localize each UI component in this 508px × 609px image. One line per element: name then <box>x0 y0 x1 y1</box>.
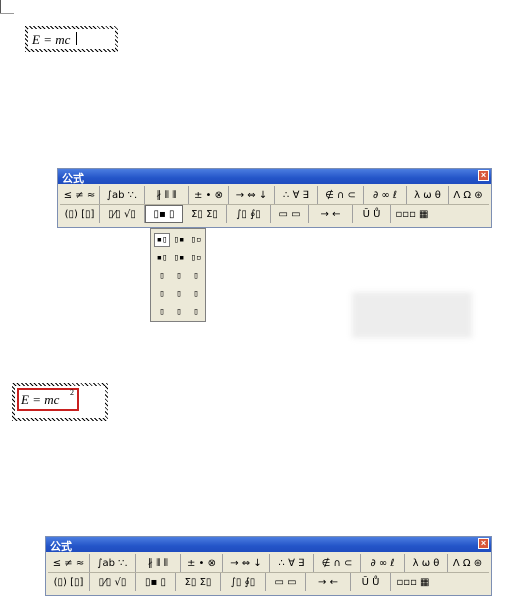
relational-symbols-button[interactable]: ≤ ≠ ≈ <box>60 186 100 204</box>
cursor-line <box>0 0 1 14</box>
set-theory-button[interactable]: ∉ ∩ ⊂ <box>314 554 361 572</box>
subscript-superscript-button[interactable]: ▯▪ ▯ <box>145 205 183 223</box>
cursor-line-horizontal <box>0 13 14 14</box>
palette-cell[interactable]: ▯ <box>154 287 170 301</box>
arrow-symbols-button[interactable]: → ⇔ ↓ <box>229 186 275 204</box>
palette-cell[interactable]: ▯ <box>171 269 187 283</box>
greek-lowercase-button[interactable]: λ ω θ <box>407 186 449 204</box>
matrix-templates-button[interactable]: ▫▫▫ ▦ <box>391 573 435 591</box>
toolbar-title: 公式 <box>62 173 84 185</box>
logical-symbols-button[interactable]: ∴ ∀ ∃ <box>270 554 314 572</box>
toolbar-row-symbols: ≤ ≠ ≈ ∫ab ∵. ∦ ⦀ ⦀ ± • ⊗ → ⇔ ↓ ∴ ∀ ∃ ∉ ∩… <box>48 554 489 573</box>
operator-symbols-button[interactable]: ± • ⊗ <box>189 186 229 204</box>
equation-toolbar-top: 公式 × ≤ ≠ ≈ ∫ab ∵. ∦ ⦀ ⦀ ± • ⊗ → ⇔ ↓ ∴ ∀ … <box>57 168 492 228</box>
toolbar-row-templates: (▯) [▯] ▯⁄▯ √▯ ▯▪ ▯ Σ▯ Σ▯ ∫▯ ∮▯ ▭ ▭ → ← … <box>60 205 489 223</box>
summation-templates-button[interactable]: Σ▯ Σ▯ <box>176 573 221 591</box>
summation-templates-button[interactable]: Σ▯ Σ▯ <box>183 205 227 223</box>
text-cursor <box>76 32 77 45</box>
equation-text: E = mc <box>21 392 60 407</box>
toolbar-titlebar[interactable]: 公式 × <box>58 169 491 185</box>
fraction-radical-button[interactable]: ▯⁄▯ √▯ <box>90 573 136 591</box>
misc-symbols-button[interactable]: ∂ ∞ ℓ <box>364 186 407 204</box>
integral-templates-button[interactable]: ∫▯ ∮▯ <box>221 573 266 591</box>
palette-cell[interactable]: ▯ <box>188 269 204 283</box>
equation-toolbar-bottom: 公式 × ≤ ≠ ≈ ∫ab ∵. ∦ ⦀ ⦀ ± • ⊗ → ⇔ ↓ ∴ ∀ … <box>45 536 492 596</box>
fence-templates-button[interactable]: (▯) [▯] <box>60 205 100 223</box>
underbar-overbar-button[interactable]: ▭ ▭ <box>266 573 306 591</box>
palette-cell[interactable]: ▯ <box>171 287 187 301</box>
logical-symbols-button[interactable]: ∴ ∀ ∃ <box>275 186 318 204</box>
toolbar-title: 公式 <box>50 541 72 553</box>
palette-cell[interactable]: ▯▪ <box>171 233 187 247</box>
fence-templates-button[interactable]: (▯) [▯] <box>48 573 90 591</box>
palette-cell[interactable]: ▯▫ <box>188 233 204 247</box>
misc-symbols-button[interactable]: ∂ ∞ ℓ <box>361 554 405 572</box>
palette-cell[interactable]: ▯▫ <box>188 251 204 265</box>
toolbar-row-symbols: ≤ ≠ ≈ ∫ab ∵. ∦ ⦀ ⦀ ± • ⊗ → ⇔ ↓ ∴ ∀ ∃ ∉ ∩… <box>60 186 489 205</box>
palette-cell[interactable]: ▯ <box>154 269 170 283</box>
blurred-watermark <box>352 292 472 338</box>
matrix-templates-button[interactable]: ▫▫▫ ▦ <box>391 205 433 223</box>
arrow-symbols-button[interactable]: → ⇔ ↓ <box>223 554 270 572</box>
greek-lowercase-button[interactable]: λ ω θ <box>405 554 448 572</box>
products-set-button[interactable]: Ū Ů <box>353 205 391 223</box>
embellishments-button[interactable]: ∦ ⦀ ⦀ <box>145 186 189 204</box>
relational-symbols-button[interactable]: ≤ ≠ ≈ <box>48 554 90 572</box>
equation-object-2[interactable]: E = mc 2 <box>12 383 108 421</box>
toolbar-row-templates: (▯) [▯] ▯⁄▯ √▯ ▯▪ ▯ Σ▯ Σ▯ ∫▯ ∮▯ ▭ ▭ → ← … <box>48 573 489 591</box>
products-set-button[interactable]: Ū Ů <box>351 573 391 591</box>
underbar-overbar-button[interactable]: ▭ ▭ <box>271 205 309 223</box>
palette-cell[interactable]: ▪▯ <box>154 251 170 265</box>
palette-cell[interactable]: ▯ <box>171 305 187 319</box>
spaces-ellipses-button[interactable]: ∫ab ∵. <box>90 554 136 572</box>
spaces-ellipses-button[interactable]: ∫ab ∵. <box>100 186 145 204</box>
equation-text: E = mc <box>32 32 71 47</box>
integral-templates-button[interactable]: ∫▯ ∮▯ <box>227 205 271 223</box>
labeled-arrow-button[interactable]: → ← <box>306 573 351 591</box>
subscript-superscript-button[interactable]: ▯▪ ▯ <box>136 573 176 591</box>
greek-uppercase-button[interactable]: Λ Ω ⊛ <box>449 186 487 204</box>
fraction-radical-button[interactable]: ▯⁄▯ √▯ <box>100 205 145 223</box>
palette-cell[interactable]: ▪▯ <box>154 233 170 247</box>
operator-symbols-button[interactable]: ± • ⊗ <box>181 554 223 572</box>
subscript-superscript-palette: ▪▯ ▯▪ ▯▫ ▪▯ ▯▪ ▯▫ ▯ ▯ ▯ ▯ ▯ ▯ ▯ ▯ ▯ <box>150 228 206 322</box>
close-button[interactable]: × <box>478 170 489 181</box>
labeled-arrow-button[interactable]: → ← <box>309 205 353 223</box>
equation-object-1[interactable]: E = mc <box>25 26 118 52</box>
toolbar-titlebar[interactable]: 公式 × <box>46 537 491 553</box>
close-button[interactable]: × <box>478 538 489 549</box>
palette-cell[interactable]: ▯▪ <box>171 251 187 265</box>
equation-superscript: 2 <box>70 388 74 397</box>
palette-cell[interactable]: ▯ <box>154 305 170 319</box>
embellishments-button[interactable]: ∦ ⦀ ⦀ <box>136 554 181 572</box>
greek-uppercase-button[interactable]: Λ Ω ⊛ <box>448 554 487 572</box>
palette-cell[interactable]: ▯ <box>188 305 204 319</box>
set-theory-button[interactable]: ∉ ∩ ⊂ <box>318 186 364 204</box>
palette-cell[interactable]: ▯ <box>188 287 204 301</box>
